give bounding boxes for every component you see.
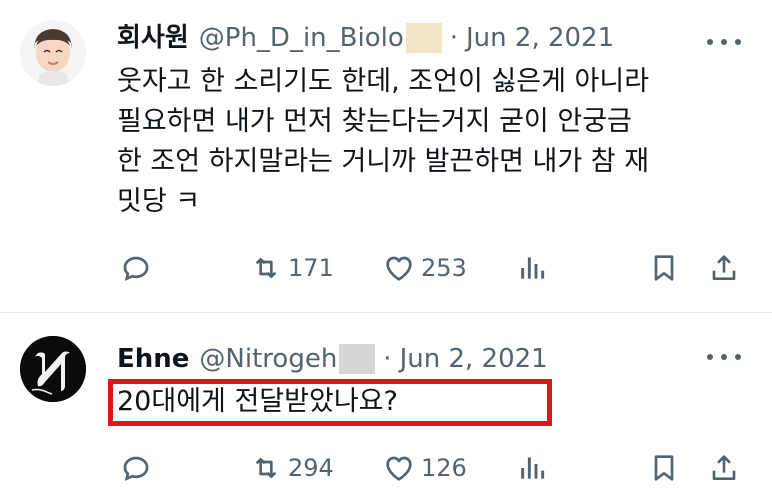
tweet-actions: 294 126 bbox=[0, 448, 772, 488]
tweet-date[interactable]: Jun 2, 2021 bbox=[466, 22, 614, 54]
retweet-icon bbox=[255, 258, 277, 278]
tweet-text: 20대에게 전달받았나요? bbox=[117, 386, 398, 417]
tweet-date[interactable]: Jun 2, 2021 bbox=[400, 343, 548, 375]
views-icon bbox=[521, 457, 545, 479]
user-handle[interactable]: @Ph_D_in_Biolo bbox=[199, 22, 404, 54]
share-button[interactable] bbox=[708, 448, 740, 488]
like-icon bbox=[386, 256, 412, 281]
retweet-count: 294 bbox=[288, 454, 334, 482]
share-icon bbox=[712, 455, 736, 480]
separator-dot: · bbox=[383, 344, 392, 374]
separator-dot: · bbox=[449, 23, 459, 53]
handle-redaction bbox=[339, 344, 376, 374]
like-button[interactable]: 126 bbox=[383, 448, 467, 488]
bookmark-icon bbox=[654, 455, 674, 481]
tweet-2[interactable]: Ehne @Nitrogeh · Jun 2, 2021 20대에게 전달받았나… bbox=[0, 313, 772, 499]
reply-icon bbox=[123, 456, 149, 481]
bookmark-button[interactable] bbox=[648, 448, 680, 488]
tweet-text: 웃자고 한 소리기도 한데, 조언이 싫은게 아니라 필요하면 내가 먼저 찾는… bbox=[117, 66, 650, 217]
views-icon bbox=[521, 257, 545, 279]
retweet-button[interactable]: 294 bbox=[250, 448, 334, 488]
display-name[interactable]: 회사원 bbox=[117, 22, 189, 54]
retweet-button[interactable]: 171 bbox=[250, 248, 334, 288]
like-button[interactable]: 253 bbox=[383, 248, 467, 288]
gothic-letter-n-avatar-icon[interactable] bbox=[20, 336, 86, 402]
cartoon-person-avatar-icon[interactable] bbox=[20, 20, 86, 86]
user-handle[interactable]: @Nitrogeh bbox=[199, 343, 337, 375]
views-button[interactable] bbox=[516, 448, 548, 488]
bookmark-icon bbox=[654, 255, 674, 281]
tweet-1[interactable]: 회사원 @Ph_D_in_Biolo · Jun 2, 2021 웃자고 한 소… bbox=[0, 0, 772, 312]
display-name[interactable]: Ehne bbox=[117, 343, 189, 375]
like-count: 126 bbox=[421, 454, 467, 482]
handle-redaction bbox=[405, 23, 442, 53]
share-icon bbox=[712, 255, 736, 280]
share-button[interactable] bbox=[708, 248, 740, 288]
more-icon[interactable] bbox=[707, 32, 741, 52]
retweet-count: 171 bbox=[288, 254, 334, 282]
like-icon bbox=[386, 456, 412, 481]
bookmark-button[interactable] bbox=[648, 248, 680, 288]
retweet-icon bbox=[255, 458, 277, 478]
views-button[interactable] bbox=[516, 248, 548, 288]
reply-button[interactable] bbox=[120, 448, 152, 488]
tweet-actions: 171 253 bbox=[0, 248, 772, 288]
reply-icon bbox=[123, 256, 149, 281]
more-icon[interactable] bbox=[707, 347, 741, 367]
reply-button[interactable] bbox=[120, 248, 152, 288]
like-count: 253 bbox=[421, 254, 467, 282]
tweet-header: Ehne @Nitrogeh · Jun 2, 2021 bbox=[117, 343, 548, 375]
tweet-header: 회사원 @Ph_D_in_Biolo · Jun 2, 2021 bbox=[117, 22, 614, 54]
